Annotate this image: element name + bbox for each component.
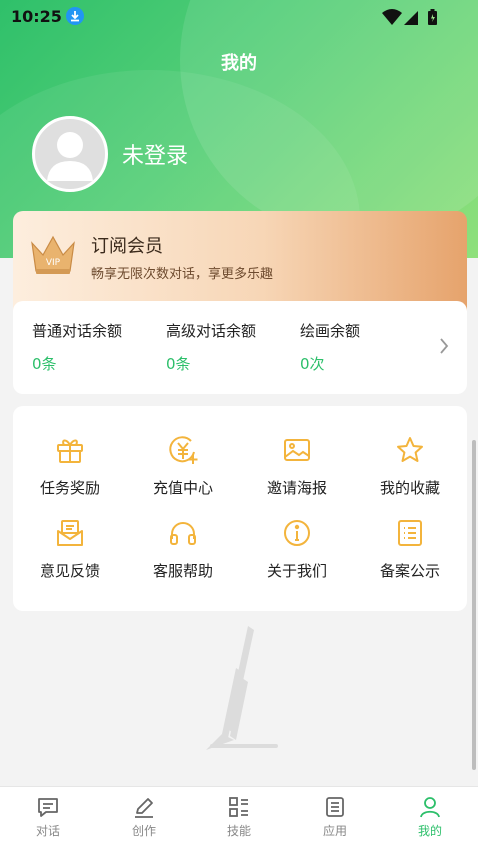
star-icon	[397, 437, 423, 462]
download-icon	[66, 7, 84, 25]
tab-chat[interactable]: 对话	[0, 795, 96, 839]
yuan-add-icon	[169, 436, 198, 464]
login-prompt[interactable]: 未登录	[122, 138, 188, 170]
user-avatar-icon	[47, 132, 93, 181]
balance-label: 高级对话余额	[166, 322, 257, 340]
chat-icon	[38, 798, 58, 817]
chevron-right-icon[interactable]	[439, 337, 449, 359]
doc-icon	[326, 797, 344, 817]
tab-label: 应用	[322, 824, 347, 838]
menu-my-favorites[interactable]: 我的收藏	[353, 434, 467, 514]
system-icons	[382, 8, 442, 30]
page-title: 我的	[221, 53, 257, 74]
svg-text:VIP: VIP	[46, 258, 61, 268]
avatar[interactable]	[32, 116, 108, 192]
vip-title: 订阅会员	[91, 236, 163, 257]
list-icon	[398, 520, 422, 546]
headset-icon	[170, 522, 196, 545]
balance-label: 绘画余额	[300, 322, 361, 340]
menu-about-us[interactable]: 关于我们	[240, 517, 354, 597]
scrollbar[interactable]	[472, 440, 476, 770]
balance-card[interactable]: 普通对话余额 0条 高级对话余额 0条 绘画余额 0次	[13, 301, 467, 394]
user-icon	[420, 797, 440, 818]
balance-advanced-chat: 高级对话余额 0条	[166, 320, 256, 374]
gift-icon	[57, 439, 83, 463]
battery-icon	[428, 9, 437, 25]
menu-customer-service[interactable]: 客服帮助	[126, 517, 240, 597]
tab-apps[interactable]: 应用	[287, 795, 383, 839]
balance-value: 0条	[32, 355, 57, 373]
info-icon	[284, 520, 310, 546]
pen-watermark-illustration	[198, 622, 288, 762]
menu-label: 任务奖励	[39, 479, 100, 497]
tab-label: 技能	[226, 824, 251, 838]
menu-filing-info[interactable]: 备案公示	[353, 517, 467, 597]
tab-label: 我的	[417, 824, 442, 838]
menu-label: 客服帮助	[152, 562, 213, 580]
menu-invite-poster[interactable]: 邀请海报	[240, 434, 354, 514]
grid-list-icon	[229, 797, 248, 817]
balance-value: 0次	[300, 355, 325, 373]
menu-label: 邀请海报	[266, 479, 327, 497]
vip-crown-icon: VIP	[29, 231, 77, 281]
function-grid: 任务奖励 充值中心 邀请海报 我的收藏 意见反馈 客服帮助 关于我们 备案公示	[13, 406, 467, 611]
menu-label: 充值中心	[152, 479, 213, 497]
vip-subscription-banner[interactable]: VIP 订阅会员 畅享无限次数对话，享更多乐趣	[13, 211, 467, 311]
balance-value: 0条	[166, 355, 191, 373]
tab-label: 创作	[131, 824, 156, 838]
tab-create[interactable]: 创作	[96, 795, 192, 839]
mail-icon	[57, 520, 83, 546]
menu-recharge-center[interactable]: 充值中心	[126, 434, 240, 514]
signal-icon	[404, 11, 418, 25]
wifi-icon	[382, 9, 402, 25]
menu-task-reward[interactable]: 任务奖励	[13, 434, 127, 514]
tab-skills[interactable]: 技能	[191, 795, 287, 839]
tab-mine[interactable]: 我的	[382, 795, 478, 839]
image-icon	[284, 439, 310, 461]
vip-subtitle: 畅享无限次数对话，享更多乐趣	[91, 267, 274, 282]
status-bar: 10:25	[0, 0, 478, 32]
menu-label: 我的收藏	[379, 479, 440, 497]
balance-drawing: 绘画余额 0次	[300, 320, 360, 374]
status-time: 10:25	[11, 7, 62, 26]
pen-icon	[135, 798, 153, 818]
menu-label: 关于我们	[266, 562, 327, 580]
menu-label: 备案公示	[379, 562, 440, 580]
balance-normal-chat: 普通对话余额 0条	[32, 320, 122, 374]
bottom-tab-bar: 对话 创作 技能 应用 我的	[0, 786, 478, 850]
menu-label: 意见反馈	[39, 562, 100, 580]
tab-label: 对话	[35, 824, 60, 838]
menu-feedback[interactable]: 意见反馈	[13, 517, 127, 597]
balance-label: 普通对话余额	[32, 322, 123, 340]
